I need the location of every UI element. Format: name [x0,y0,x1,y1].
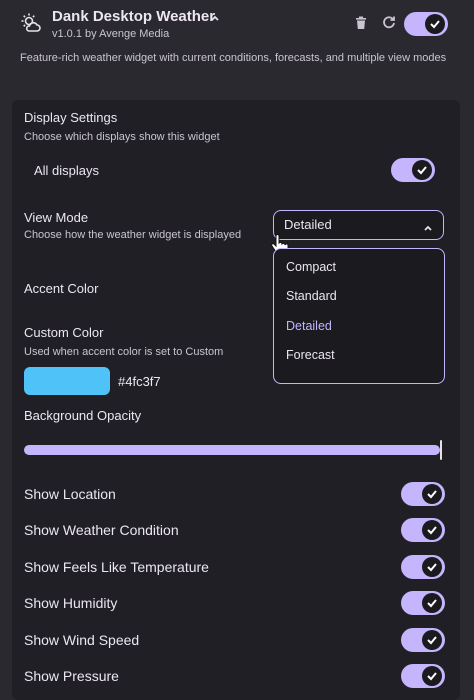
widget-enable-toggle[interactable] [404,12,448,36]
all-displays-toggle[interactable] [391,158,435,182]
chevron-up-icon[interactable] [210,10,220,21]
toggle-switch[interactable] [401,627,445,652]
accent-color-label: Accent Color [24,281,99,296]
view-mode-label: View Mode [24,210,89,225]
widget-title: Dank Desktop Weather [52,8,216,25]
view-mode-selected: Detailed [284,217,332,232]
check-icon [422,629,442,650]
custom-color-swatch[interactable] [24,367,110,395]
check-icon [422,556,442,577]
view-mode-sub: Choose how the weather widget is display… [24,229,242,241]
toggle-switch[interactable] [401,554,445,579]
view-mode-dropdown[interactable]: Detailed [273,210,444,240]
toggle-row-label: Show Humidity [24,595,118,612]
check-icon [422,593,442,614]
view-mode-option-standard[interactable]: Standard [286,289,337,303]
check-icon [412,160,432,180]
custom-color-hex: #4fc3f7 [118,374,161,389]
display-settings-subheading: Choose which displays show this widget [24,131,220,143]
toggle-row-label: Show Wind Speed [24,631,140,648]
view-mode-option-compact[interactable]: Compact [286,260,336,274]
trash-icon[interactable] [355,16,367,30]
background-opacity-label: Background Opacity [24,408,142,423]
view-mode-option-forecast[interactable]: Forecast [286,348,335,362]
view-mode-option-detailed[interactable]: Detailed [286,319,332,333]
chevron-up-icon [423,220,433,238]
toggle-switch[interactable] [401,482,445,506]
display-settings-heading: Display Settings [24,110,118,125]
all-displays-label: All displays [34,163,100,178]
weather-sun-cloud-icon [20,12,42,34]
custom-color-sub: Used when accent color is set to Custom [24,346,224,358]
check-icon [425,14,445,34]
check-icon [422,484,442,504]
background-opacity-handle[interactable] [440,440,442,460]
check-icon [422,520,442,541]
check-icon [422,666,442,686]
toggle-switch[interactable] [401,591,445,616]
toggle-switch[interactable] [401,664,445,688]
toggle-row-label: Show Weather Condition [24,522,179,539]
view-mode-menu: Compact Standard Detailed Forecast [273,248,445,384]
toggle-row-label: Show Feels Like Temperature [24,558,209,575]
widget-version: v1.0.1 by Avenge Media [52,28,170,40]
custom-color-label: Custom Color [24,325,104,340]
background-opacity-slider[interactable] [24,445,440,455]
toggle-row-label: Show Pressure [24,668,119,684]
toggle-switch[interactable] [401,518,445,543]
refresh-icon[interactable] [382,15,396,29]
widget-description: Feature-rich weather widget with current… [20,52,447,64]
toggle-row-label: Show Location [24,486,116,502]
